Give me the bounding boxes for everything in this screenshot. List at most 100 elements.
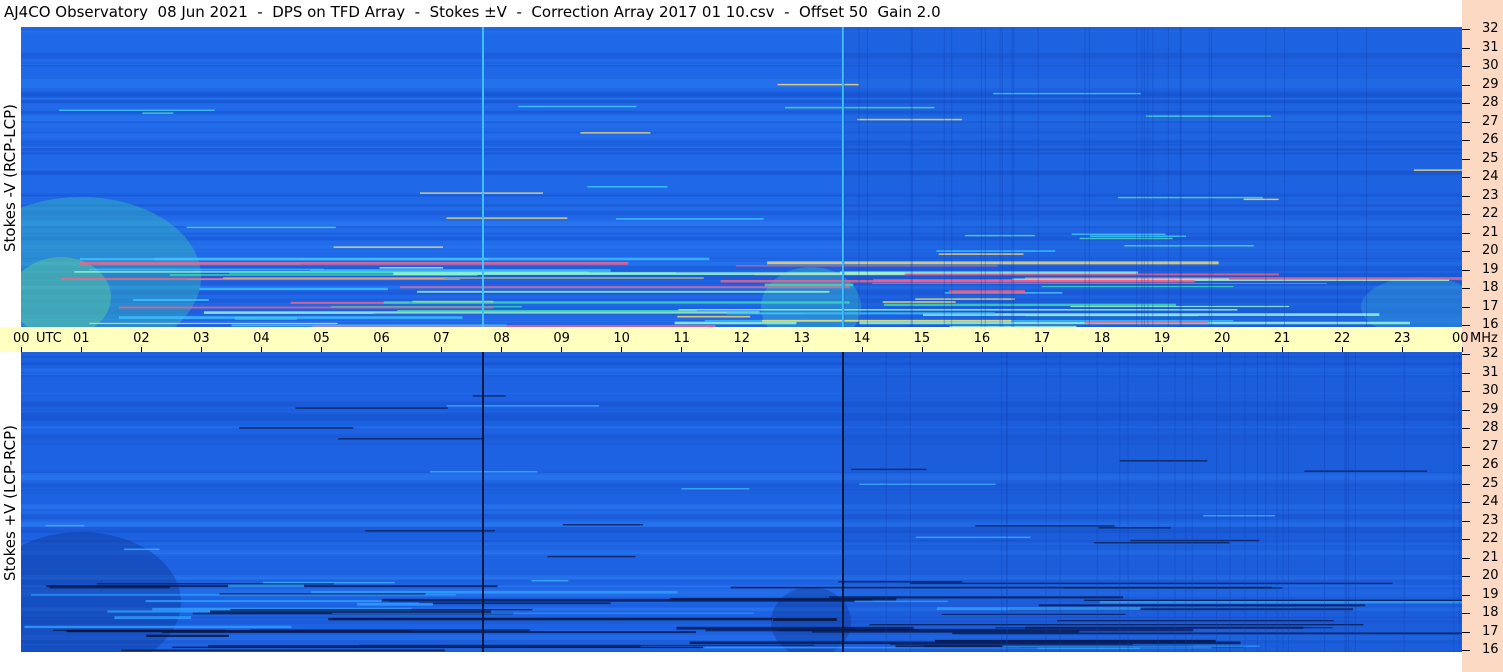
x-tick-label: 00: [1452, 331, 1469, 346]
x-tick-mark: [381, 347, 383, 352]
y-tick-mark: [1462, 502, 1470, 503]
y-tick-label: 17: [1482, 298, 1499, 314]
y-tick-label: 21: [1482, 224, 1499, 240]
x-tick-mark: [1462, 347, 1463, 352]
y-tick-label: 24: [1482, 169, 1499, 184]
y-tick-mark: [1462, 613, 1470, 614]
x-tick-label: 03: [193, 331, 210, 346]
x-tick-label: 08: [493, 331, 510, 346]
x-tick-label: 16: [973, 331, 991, 346]
x-tick-label: 18: [1093, 331, 1111, 346]
x-tick-label: 17: [1033, 331, 1051, 346]
y-tick-mark: [1462, 576, 1470, 577]
y-tick-label: 30: [1482, 383, 1499, 398]
x-tick-mark: [741, 347, 743, 352]
y-tick-label: 20: [1482, 568, 1499, 583]
y-tick-mark: [1462, 232, 1470, 234]
y-axis-label-bottom: Stokes +V (LCP-RCP): [1, 425, 19, 581]
y-tick-label: 28: [1482, 420, 1499, 435]
y-tick-mark: [1462, 103, 1470, 104]
y-tick-mark: [1462, 84, 1470, 86]
x-tick-label: 22: [1333, 331, 1351, 346]
y-unit-label: MHz: [1470, 331, 1498, 346]
y-tick-label: 31: [1482, 39, 1499, 55]
y-tick-mark: [1462, 650, 1470, 651]
x-tick-mark: [561, 347, 563, 352]
x-tick-label: 06: [373, 331, 390, 346]
x-tick-label: 12: [733, 331, 751, 346]
title-bar: AJ4CO Observatory 08 Jun 2021 - DPS on T…: [0, 0, 1462, 27]
y-tick-label: 32: [1482, 21, 1499, 36]
x-tick-mark: [921, 347, 923, 352]
x-tick-label: 11: [673, 331, 690, 346]
x-tick-label: 15: [913, 331, 931, 346]
y-tick-label: 20: [1482, 243, 1499, 258]
x-tick-label: 21: [1273, 331, 1291, 346]
y-tick-label: 29: [1482, 76, 1499, 92]
x-tick-mark: [621, 347, 623, 352]
x-tick-label: 23: [1393, 331, 1411, 346]
y-tick-mark: [1462, 269, 1470, 271]
x-tick-label: 01: [73, 331, 90, 346]
y-tick-label: 24: [1482, 494, 1499, 509]
x-tick-mark: [1401, 347, 1403, 352]
y-tick-mark: [1462, 465, 1470, 466]
y-tick-mark: [1462, 195, 1470, 197]
chart-title: AJ4CO Observatory 08 Jun 2021 - DPS on T…: [4, 3, 941, 21]
x-tick-label: 05: [313, 331, 330, 346]
x-tick-label: 14: [853, 331, 871, 346]
x-tick-mark: [141, 347, 143, 352]
x-tick-label: 07: [433, 331, 450, 346]
y-tick-mark: [1462, 251, 1470, 252]
x-tick-mark: [21, 347, 22, 352]
y-tick-label: 25: [1482, 150, 1499, 166]
y-tick-mark: [1462, 214, 1470, 215]
x-tick-mark: [201, 347, 203, 352]
y-tick-mark: [1462, 325, 1470, 326]
y-tick-label: 32: [1482, 346, 1499, 361]
x-tick-mark: [1281, 347, 1283, 352]
y-tick-mark: [1462, 428, 1470, 429]
y-tick-label: 19: [1482, 261, 1499, 277]
x-tick-mark: [1221, 347, 1223, 352]
y-tick-mark: [1462, 306, 1470, 308]
x-tick-mark: [81, 347, 83, 352]
y-tick-label: 26: [1482, 457, 1499, 472]
y-tick-mark: [1462, 140, 1470, 141]
x-tick-mark: [1341, 347, 1343, 352]
y-tick-label: 18: [1482, 605, 1499, 620]
spectrogram-panel-bottom: [21, 352, 1462, 652]
x-tick-mark: [501, 347, 503, 352]
y-tick-mark: [1462, 288, 1470, 289]
y-tick-label: 25: [1482, 475, 1499, 491]
y-tick-label: 16: [1482, 642, 1499, 657]
y-tick-label: 23: [1482, 512, 1499, 528]
y-tick-label: 21: [1482, 549, 1499, 565]
x-tick-label: 10: [613, 331, 630, 346]
y-tick-label: 31: [1482, 364, 1499, 380]
x-tick-label: 04: [253, 331, 270, 346]
y-tick-mark: [1462, 121, 1470, 123]
y-tick-mark: [1462, 446, 1470, 448]
y-tick-mark: [1462, 66, 1470, 67]
y-tick-label: 29: [1482, 401, 1499, 417]
y-tick-mark: [1462, 594, 1470, 596]
y-tick-mark: [1462, 29, 1470, 30]
y-tick-label: 27: [1482, 438, 1499, 454]
x-tick-mark: [861, 347, 863, 352]
x-tick-label: 20: [1213, 331, 1231, 346]
x-tick-mark: [321, 347, 323, 352]
x-tick-mark: [1101, 347, 1103, 352]
y-tick-mark: [1462, 483, 1470, 485]
x-tick-label: 02: [133, 331, 150, 346]
y-tick-mark: [1462, 177, 1470, 178]
y-tick-mark: [1462, 557, 1470, 559]
x-tick-label: 13: [793, 331, 811, 346]
x-tick-mark: [1041, 347, 1043, 352]
x-tick-mark: [261, 347, 263, 352]
y-tick-label: 18: [1482, 280, 1499, 295]
x-tick-mark: [681, 347, 683, 352]
x-tick-mark: [1161, 347, 1163, 352]
y-tick-mark: [1462, 158, 1470, 160]
x-tick-label: 00: [13, 331, 30, 346]
